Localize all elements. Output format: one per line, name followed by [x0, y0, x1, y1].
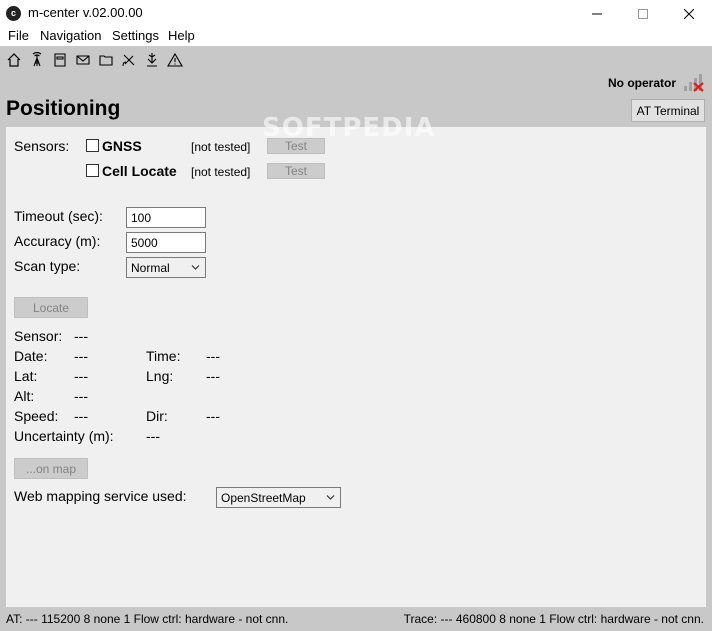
close-icon — [684, 8, 694, 19]
maximize-icon — [638, 8, 648, 19]
scan-type-value: Normal — [131, 261, 170, 275]
date-label: Date: — [14, 348, 48, 364]
dir-value: --- — [206, 408, 220, 424]
lat-label: Lat: — [14, 368, 38, 384]
close-button[interactable] — [666, 0, 712, 27]
lat-value: --- — [74, 368, 88, 384]
at-port-status: AT: --- 115200 8 none 1 Flow ctrl: hardw… — [6, 612, 289, 626]
sim-card-icon[interactable] — [52, 52, 68, 68]
operator-status: No operator — [607, 76, 676, 90]
watermark-logo: SOFTPEDIA — [262, 113, 436, 143]
cell-locate-label: Cell Locate — [102, 163, 177, 179]
locate-button[interactable]: Locate — [14, 297, 88, 318]
alt-label: Alt: — [14, 388, 35, 404]
cell-locate-test-button[interactable]: Test — [267, 163, 325, 179]
folder-icon[interactable] — [98, 52, 114, 68]
toolbar — [0, 46, 712, 74]
maximize-button[interactable] — [620, 0, 666, 27]
trace-port-status: Trace: --- 460800 8 none 1 Flow ctrl: ha… — [403, 612, 704, 626]
satellite-icon[interactable] — [121, 52, 137, 68]
uncertainty-value: --- — [146, 428, 160, 444]
menu-file[interactable]: File — [8, 28, 29, 43]
alt-value: --- — [74, 388, 88, 404]
dir-label: Dir: — [146, 408, 168, 424]
at-terminal-button[interactable]: AT Terminal — [631, 99, 705, 122]
sensors-label: Sensors: — [14, 138, 70, 154]
gnss-label: GNSS — [102, 138, 142, 154]
warning-icon[interactable] — [167, 52, 183, 68]
timeout-label: Timeout (sec): — [14, 208, 103, 224]
on-map-button[interactable]: ...on map — [14, 458, 88, 479]
time-label: Time: — [146, 348, 181, 364]
menu-help[interactable]: Help — [168, 28, 195, 43]
accuracy-label: Accuracy (m): — [14, 233, 101, 249]
title-bar: c m-center v.02.00.00 — [0, 0, 712, 27]
mapping-service-select[interactable]: OpenStreetMap — [216, 487, 341, 508]
app-icon: c — [6, 6, 21, 21]
gnss-checkbox[interactable] — [86, 139, 99, 152]
time-value: --- — [206, 348, 220, 364]
menu-navigation[interactable]: Navigation — [40, 28, 101, 43]
timeout-input[interactable]: 100 — [126, 207, 206, 228]
accuracy-input[interactable]: 5000 — [126, 232, 206, 253]
gnss-status: [not tested] — [191, 140, 251, 154]
lng-label: Lng: — [146, 368, 174, 384]
date-value: --- — [74, 348, 88, 364]
home-icon[interactable] — [6, 52, 22, 68]
sensor-value: --- — [74, 328, 88, 344]
speed-label: Speed: — [14, 408, 59, 424]
antenna-icon[interactable] — [29, 52, 45, 68]
status-bar: AT: --- 115200 8 none 1 Flow ctrl: hardw… — [0, 607, 712, 631]
lng-value: --- — [206, 368, 220, 384]
speed-value: --- — [74, 408, 88, 424]
no-signal-icon — [684, 74, 704, 92]
cell-locate-checkbox[interactable] — [86, 164, 99, 177]
cell-locate-status: [not tested] — [191, 165, 251, 179]
window-title: m-center v.02.00.00 — [28, 5, 143, 20]
chevron-down-icon — [326, 495, 335, 500]
mapping-service-label: Web mapping service used: — [14, 488, 187, 504]
minimize-icon — [592, 13, 602, 14]
uncertainty-label: Uncertainty (m): — [14, 428, 114, 444]
minimize-button[interactable] — [574, 0, 620, 27]
page-title: Positioning — [6, 97, 121, 120]
sensor-label: Sensor: — [14, 328, 63, 344]
scan-type-label: Scan type: — [14, 258, 81, 274]
chevron-down-icon — [191, 265, 200, 270]
mapping-service-value: OpenStreetMap — [221, 491, 306, 505]
download-icon[interactable] — [144, 52, 160, 68]
menu-settings[interactable]: Settings — [112, 28, 159, 43]
positioning-panel: Sensors: GNSS [not tested] Test Cell Loc… — [6, 127, 706, 607]
mail-icon[interactable] — [75, 52, 91, 68]
scan-type-select[interactable]: Normal — [126, 257, 206, 278]
menu-bar: File Navigation Settings Help — [0, 27, 712, 46]
